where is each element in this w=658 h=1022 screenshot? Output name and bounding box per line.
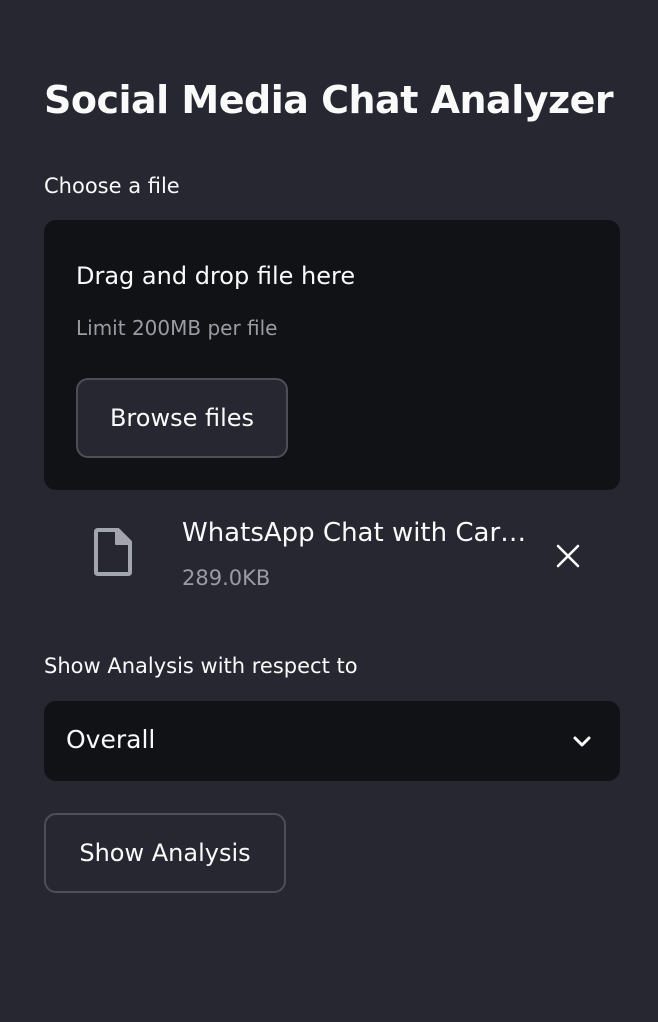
analysis-select[interactable]: Overall xyxy=(44,701,620,781)
dropzone-limit-text: Limit 200MB per file xyxy=(76,316,278,340)
file-uploader-label: Choose a file xyxy=(44,174,180,198)
uploaded-file-item: WhatsApp Chat with Car… 289.0KB xyxy=(44,510,620,600)
uploaded-file-name: WhatsApp Chat with Car… xyxy=(182,518,527,548)
file-dropzone[interactable]: Drag and drop file here Limit 200MB per … xyxy=(44,220,620,490)
close-icon xyxy=(556,544,580,568)
app-title: Social Media Chat Analyzer xyxy=(44,78,614,122)
browse-files-button[interactable]: Browse files xyxy=(76,378,288,458)
dropzone-title: Drag and drop file here xyxy=(76,262,356,290)
file-icon xyxy=(92,526,134,578)
remove-file-button[interactable] xyxy=(550,538,586,574)
chevron-down-icon xyxy=(573,736,591,747)
uploaded-file-size: 289.0KB xyxy=(182,566,271,590)
sidebar: Social Media Chat Analyzer Choose a file… xyxy=(0,0,658,1022)
analysis-select-value: Overall xyxy=(66,725,156,754)
show-analysis-button[interactable]: Show Analysis xyxy=(44,813,286,893)
analysis-select-label: Show Analysis with respect to xyxy=(44,654,358,678)
